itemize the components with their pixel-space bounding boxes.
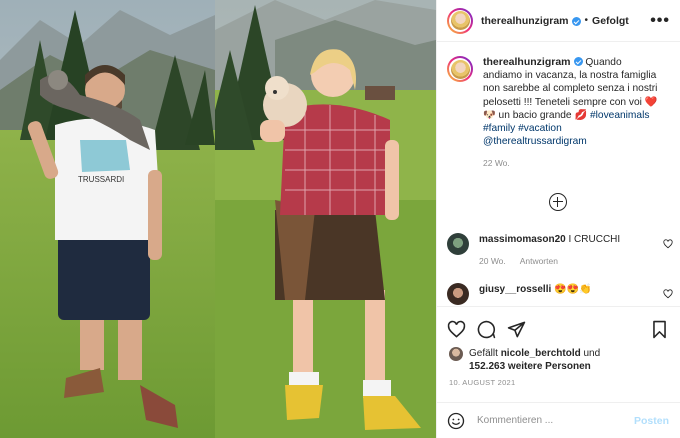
verified-badge-icon [571,17,581,26]
caption-username[interactable]: therealhunzigram [483,56,571,68]
commenter-avatar[interactable] [447,283,469,305]
post-header: therealhunzigram • Gefolgt ••• [437,0,680,42]
mention-link[interactable]: @therealtrussardigram [483,136,587,147]
hashtag-link[interactable]: #family [483,123,515,134]
post-photo[interactable]: TRUSSARDI [0,0,436,438]
likes-summary: Gefällt nicole_berchtold und 152.263 wei… [437,341,680,373]
liker-username[interactable]: nicole_berchtold [501,348,581,359]
comment-time[interactable]: 20 Wo. [479,256,506,266]
like-comment-heart-icon[interactable] [663,289,673,299]
verified-badge-icon [573,57,583,66]
comment-bubble-icon[interactable] [477,320,496,339]
photo-woman-with-dog [215,0,436,438]
comment-text: 😍😍👏 [554,284,592,295]
comment-username[interactable]: giusy__rosselli [479,284,551,295]
comment-username[interactable]: massimomason20 [479,234,566,245]
likes-text: Gefällt nicole_berchtold und 152.263 wei… [469,347,600,373]
photo-right-panel [215,0,436,438]
comment-body: giusy__rosselli 😍😍👏 [479,283,591,305]
likes-count-link[interactable]: 152.263 weitere Personen [469,361,591,372]
caption-avatar[interactable] [447,56,473,82]
caption-text-2: un bacio grande [498,109,572,121]
like-heart-icon[interactable] [447,320,466,339]
kiss-emoji-icon: 💋 [574,109,588,121]
emoji-picker-icon[interactable] [447,412,465,430]
likes-conjunction: und [583,348,601,359]
hashtag-link[interactable]: #vacation [518,123,562,134]
svg-text:TRUSSARDI: TRUSSARDI [78,175,124,184]
comment-item: massimomason20 I CRUCCHI 20 Wo. Antworte… [447,233,673,268]
photo-left-panel: TRUSSARDI [0,0,215,438]
comment-item: giusy__rosselli 😍😍👏 [447,283,673,305]
reply-button[interactable]: Antworten [520,256,558,266]
following-button[interactable]: Gefolgt [592,15,629,27]
liker-avatar[interactable] [449,347,463,361]
post-comment-button[interactable]: Posten [634,415,669,427]
caption-body: therealhunzigram Quando andiamo in vacan… [483,56,663,171]
comment-input[interactable] [477,415,634,426]
share-paper-plane-icon[interactable] [507,320,526,339]
commenter-avatar[interactable] [447,233,469,255]
load-more-comments-icon[interactable] [549,193,567,211]
comment-meta: 20 Wo. Antworten [479,255,620,268]
post-actions: Gefällt nicole_berchtold und 152.263 wei… [437,306,680,438]
hashtag-link[interactable]: #loveanimals [590,110,649,121]
caption-time[interactable]: 22 Wo. [483,157,663,170]
photo-man-with-dog: TRUSSARDI [0,0,215,438]
author-username[interactable]: therealhunzigram [481,15,569,27]
author-avatar[interactable] [447,7,473,34]
comment-body: massimomason20 I CRUCCHI 20 Wo. Antworte… [479,233,620,268]
save-bookmark-icon[interactable] [650,320,669,339]
likes-prefix: Gefällt [469,348,498,359]
action-icons [437,307,680,341]
post-date[interactable]: 10. AUGUST 2021 [437,373,680,387]
add-comment-bar: Posten [437,402,680,438]
like-comment-heart-icon[interactable] [663,239,673,249]
post-side-panel: therealhunzigram • Gefolgt ••• therealhu… [436,0,680,438]
caption: therealhunzigram Quando andiamo in vacan… [437,42,680,171]
comment-text: I CRUCCHI [568,234,621,245]
separator-dot: • [584,15,589,26]
more-options-icon[interactable]: ••• [650,12,670,30]
